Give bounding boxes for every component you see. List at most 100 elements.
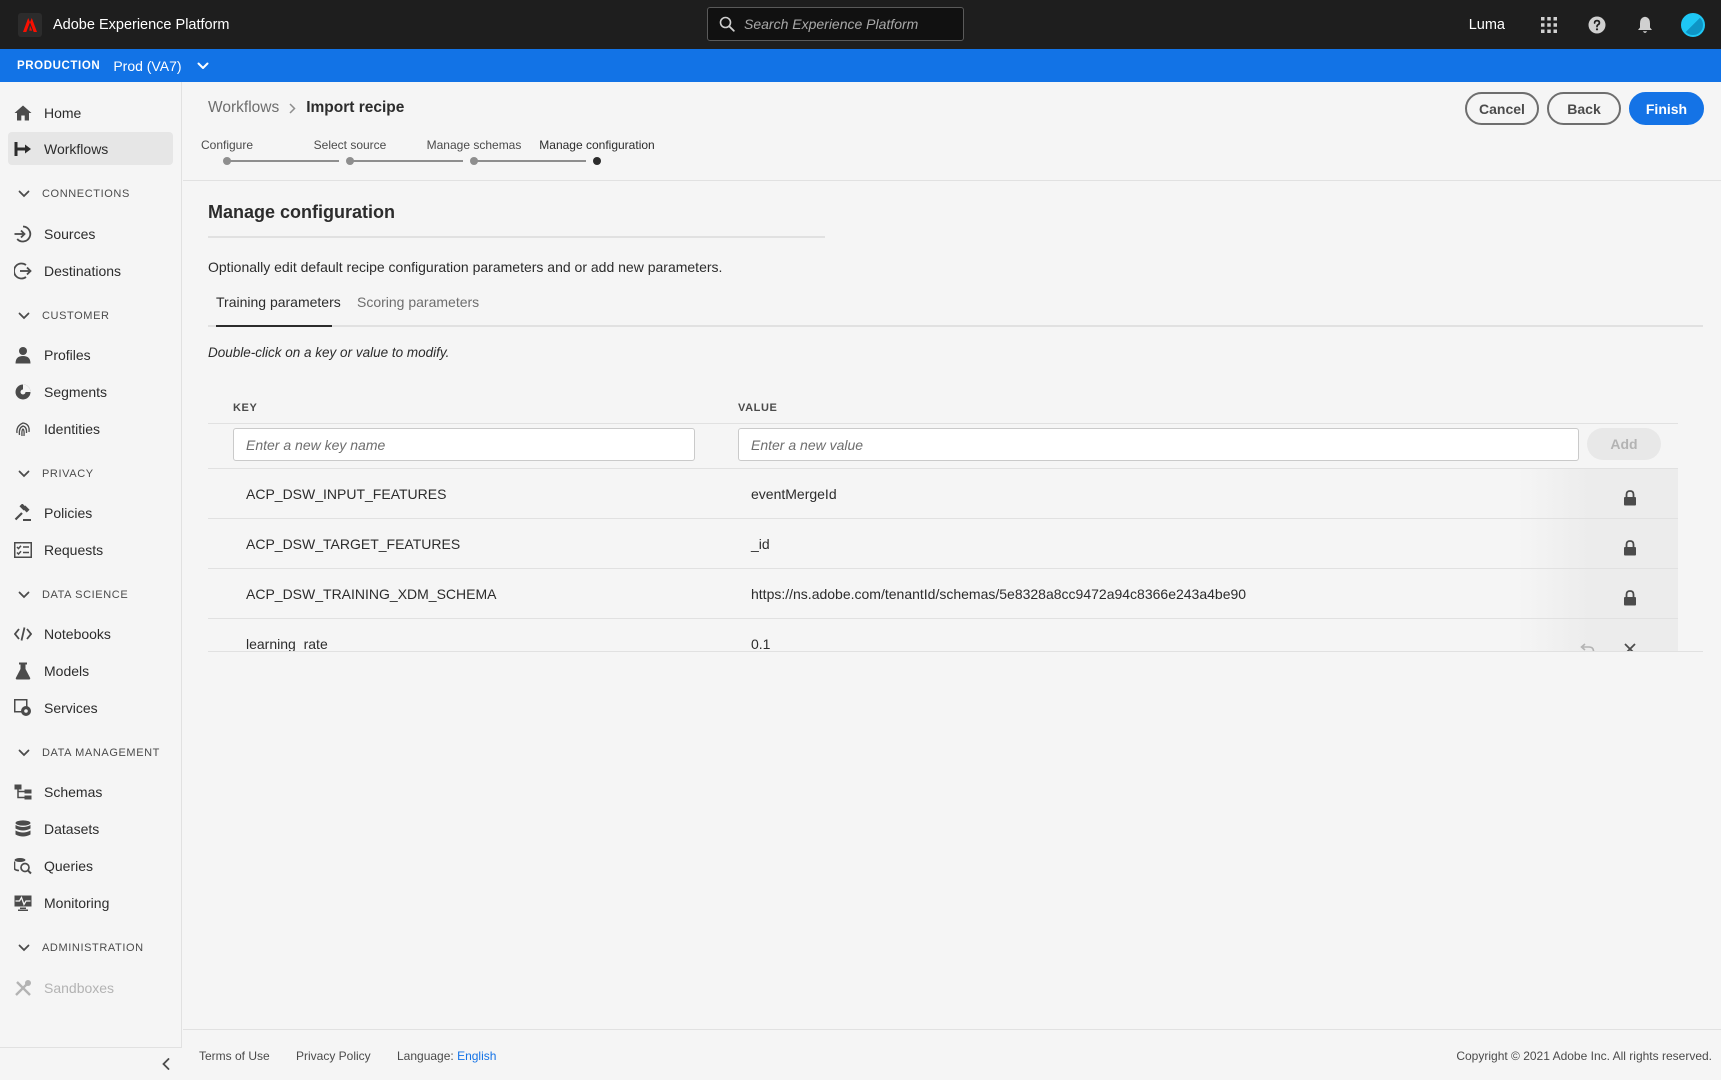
workflows-icon — [14, 140, 32, 158]
nav-item-services[interactable]: Services — [8, 691, 173, 724]
nav-item-schemas[interactable]: Schemas — [8, 775, 173, 808]
nav-collapse-bar — [0, 1047, 182, 1080]
table-row[interactable]: ACP_DSW_INPUT_FEATURES eventMergeId — [208, 468, 1678, 518]
parameter-key[interactable]: ACP_DSW_TRAINING_XDM_SCHEMA — [246, 586, 497, 602]
nav-label: Destinations — [44, 262, 122, 279]
terms-of-use-link[interactable]: Terms of Use — [199, 1049, 270, 1063]
section-title: Manage configuration — [208, 202, 396, 222]
breadcrumb-workflows-link[interactable]: Workflows — [208, 99, 279, 117]
privacy-policy-link[interactable]: Privacy Policy — [296, 1049, 371, 1063]
gavel-icon — [14, 503, 32, 522]
nav-item-monitoring[interactable]: Monitoring — [8, 886, 173, 919]
parameter-value[interactable]: 0.1 — [751, 636, 770, 652]
user-avatar[interactable] — [1681, 12, 1705, 37]
section-data-management[interactable]: DATA MANAGEMENT — [18, 747, 160, 759]
destinations-icon — [14, 262, 32, 280]
tab-selection-indicator — [216, 325, 332, 327]
chevron-down-icon — [18, 944, 30, 952]
brand[interactable]: Adobe Experience Platform — [18, 12, 230, 37]
section-label: CUSTOMER — [42, 310, 110, 322]
nav-item-identities[interactable]: Identities — [8, 412, 173, 445]
nav-label: Home — [44, 104, 82, 121]
parameter-value[interactable]: https://ns.adobe.com/tenantId/schemas/5e… — [751, 586, 1246, 602]
parameter-key[interactable]: learning_rate — [246, 636, 328, 652]
monitor-pulse-icon — [14, 894, 32, 912]
chevron-down-icon[interactable] — [197, 62, 209, 70]
add-parameter-button[interactable]: Add — [1587, 428, 1661, 460]
breadcrumb: Workflows Import recipe — [208, 99, 404, 117]
section-customer[interactable]: CUSTOMER — [18, 310, 110, 322]
parameter-value[interactable]: _id — [751, 536, 770, 552]
nav-label: Requests — [44, 541, 104, 558]
section-administration[interactable]: ADMINISTRATION — [18, 942, 144, 954]
chevron-down-icon — [18, 470, 30, 478]
column-header-key: KEY — [233, 402, 258, 414]
section-label: DATA MANAGEMENT — [42, 747, 160, 759]
page-footer: Terms of Use Privacy Policy Language: En… — [183, 1029, 1721, 1080]
cancel-button[interactable]: Cancel — [1465, 92, 1539, 125]
new-value-input[interactable] — [738, 428, 1579, 461]
nav-item-sandboxes[interactable]: Sandboxes — [8, 971, 173, 1004]
search-input[interactable] — [744, 16, 954, 32]
section-connections[interactable]: CONNECTIONS — [18, 188, 130, 200]
nav-item-home[interactable]: Home — [8, 96, 173, 129]
org-switcher[interactable]: Luma — [1469, 17, 1505, 33]
nav-item-policies[interactable]: Policies — [8, 496, 173, 529]
section-label: PRIVACY — [42, 468, 94, 480]
row-actions — [1518, 569, 1678, 618]
section-privacy[interactable]: PRIVACY — [18, 468, 94, 480]
chevron-down-icon — [18, 312, 30, 320]
sources-icon — [14, 225, 32, 243]
nav-item-notebooks[interactable]: Notebooks — [8, 617, 173, 650]
nav-label: Workflows — [44, 140, 109, 157]
nav-item-queries[interactable]: Queries — [8, 849, 173, 882]
language-selector: Language: English — [397, 1049, 496, 1063]
sandbox-bar: PRODUCTION Prod (VA7) — [0, 49, 1721, 82]
app-switcher-icon[interactable] — [1537, 13, 1561, 37]
nav-item-workflows[interactable]: Workflows — [8, 132, 173, 165]
nav-item-destinations[interactable]: Destinations — [8, 254, 173, 287]
nav-item-requests[interactable]: Requests — [8, 533, 173, 566]
table-row[interactable]: ACP_DSW_TARGET_FEATURES _id — [208, 518, 1678, 568]
step-label-configure: Configure — [200, 138, 254, 152]
nav-label: Profiles — [44, 346, 91, 363]
finish-button[interactable]: Finish — [1629, 92, 1704, 125]
parameter-key[interactable]: ACP_DSW_INPUT_FEATURES — [246, 486, 446, 502]
tab-training-parameters[interactable]: Training parameters — [216, 294, 341, 310]
language-link[interactable]: English — [457, 1049, 496, 1063]
chevron-left-icon[interactable] — [158, 1056, 174, 1072]
global-search[interactable] — [707, 7, 964, 41]
nav-item-models[interactable]: Models — [8, 654, 173, 687]
back-button[interactable]: Back — [1547, 92, 1621, 125]
lock-icon — [1622, 489, 1638, 507]
tab-scoring-parameters[interactable]: Scoring parameters — [357, 294, 479, 310]
checklist-icon — [14, 541, 32, 559]
lock-icon — [1622, 589, 1638, 607]
edit-hint: Double-click on a key or value to modify… — [208, 345, 450, 360]
sandbox-switcher[interactable]: Prod (VA7) — [113, 58, 181, 74]
nav-item-sources[interactable]: Sources — [8, 217, 173, 250]
section-label: DATA SCIENCE — [42, 589, 129, 601]
nav-item-segments[interactable]: Segments — [8, 375, 173, 408]
new-key-input[interactable] — [233, 428, 695, 461]
nav-label: Datasets — [44, 820, 100, 837]
notifications-bell-icon[interactable] — [1633, 13, 1657, 37]
app-name: Adobe Experience Platform — [53, 16, 230, 33]
chevron-right-icon — [289, 102, 296, 114]
nav-label: Sandboxes — [44, 979, 115, 996]
section-data-science[interactable]: DATA SCIENCE — [18, 589, 128, 601]
wizard-stepper: Configure Select source Manage schemas M… — [201, 138, 670, 166]
nav-label: Sources — [44, 225, 96, 242]
profiles-icon — [14, 346, 32, 364]
parameter-value[interactable]: eventMergeId — [751, 486, 837, 502]
nav-label: Segments — [44, 383, 108, 400]
table-row[interactable]: ACP_DSW_TRAINING_XDM_SCHEMA https://ns.a… — [208, 568, 1678, 618]
query-search-icon — [14, 857, 32, 875]
table-row[interactable]: learning_rate 0.1 — [208, 618, 1678, 652]
nav-item-datasets[interactable]: Datasets — [8, 812, 173, 845]
nav-item-profiles[interactable]: Profiles — [8, 338, 173, 371]
parameter-key[interactable]: ACP_DSW_TARGET_FEATURES — [246, 536, 460, 552]
row-actions — [1518, 519, 1678, 568]
help-icon[interactable] — [1585, 13, 1609, 37]
title-divider — [208, 236, 825, 238]
